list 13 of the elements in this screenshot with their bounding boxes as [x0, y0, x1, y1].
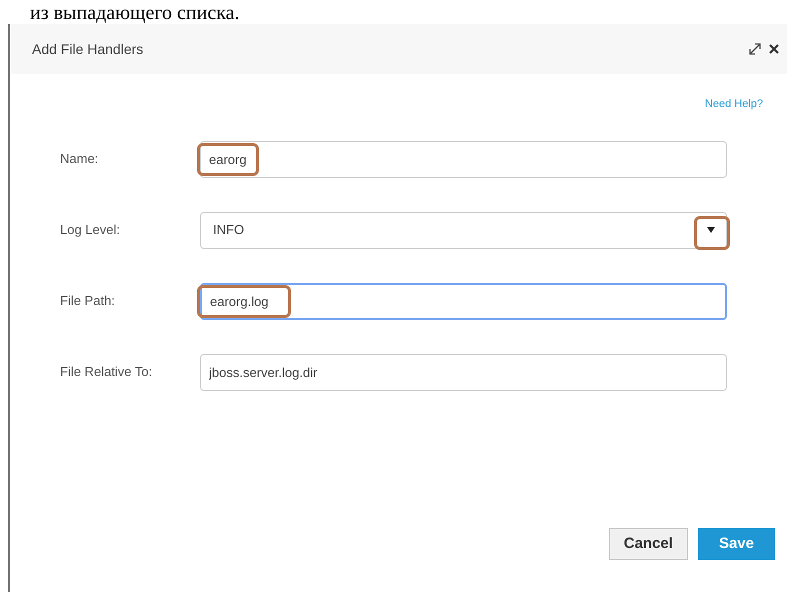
- cancel-button[interactable]: Cancel: [608, 528, 688, 560]
- close-icon[interactable]: [769, 44, 779, 54]
- text-input-field[interactable]: earorg: [200, 140, 727, 178]
- field-label: Log Level:: [60, 221, 121, 240]
- document-text: из выпадающего списка.: [30, 2, 240, 24]
- field-label: Name:: [60, 150, 100, 168]
- dialog-title: Add File Handlers: [32, 40, 144, 58]
- text-input-field[interactable]: earorg.log: [200, 282, 727, 320]
- log-level-select[interactable]: INFO: [200, 212, 727, 248]
- expand-icon[interactable]: [749, 43, 761, 55]
- field-label: File Relative To:: [60, 363, 154, 382]
- field-label: File Path:: [60, 292, 116, 310]
- text-input-field[interactable]: jboss.server.log.dir: [200, 354, 727, 390]
